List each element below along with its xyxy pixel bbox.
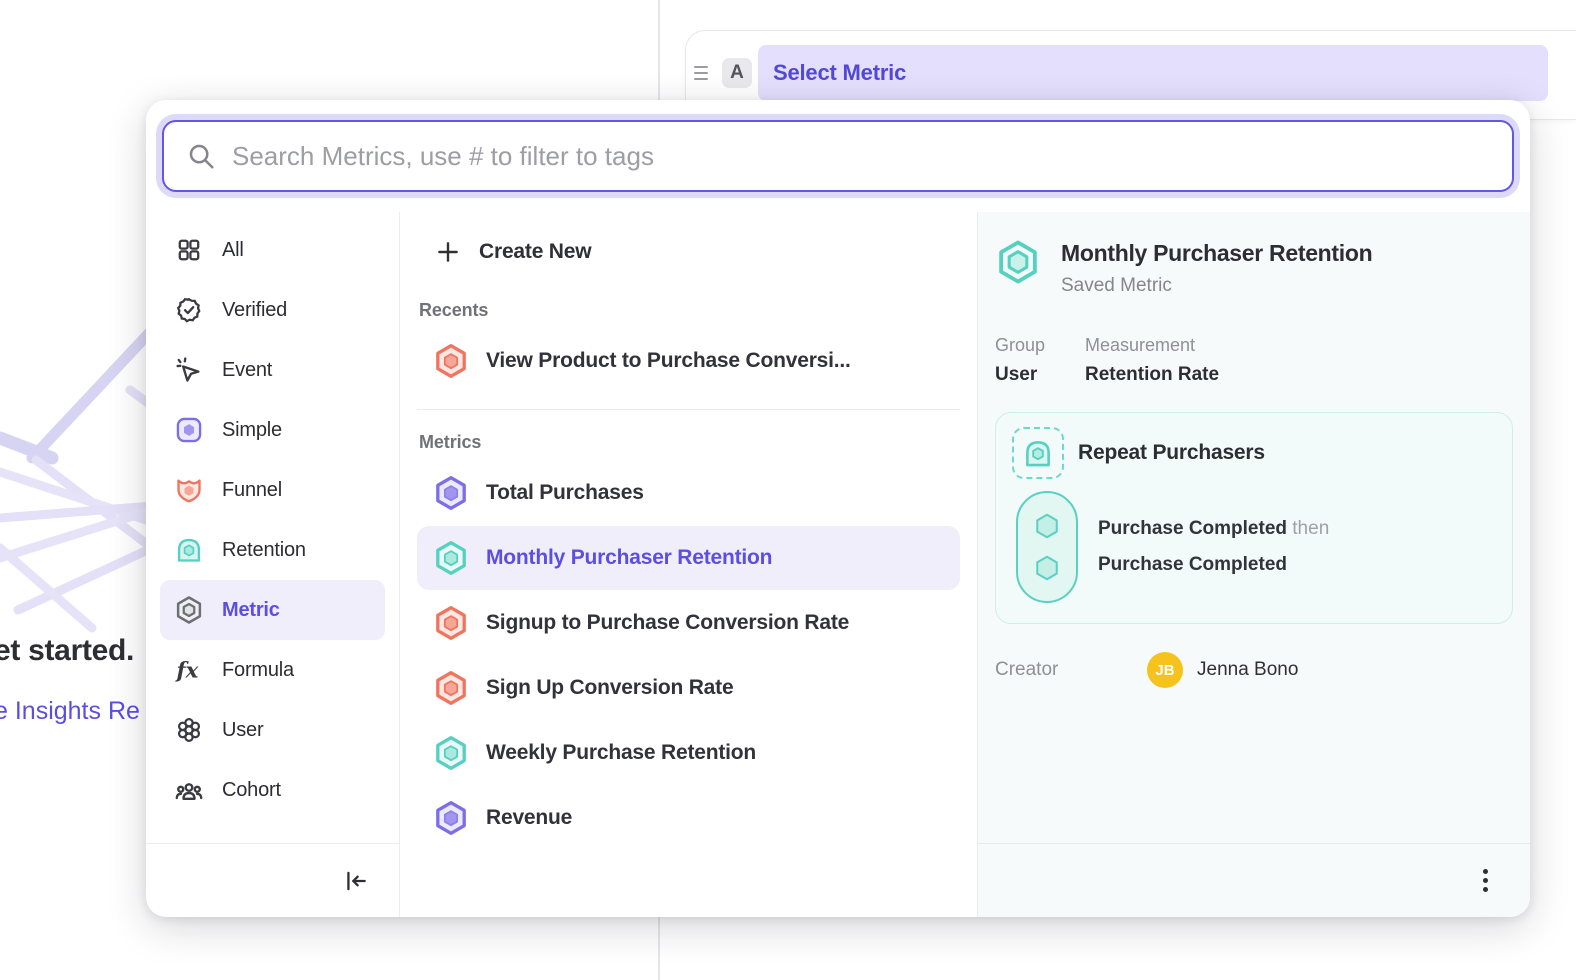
sidebar-item-label: User <box>222 719 263 742</box>
recent-metric-row[interactable]: View Product to Purchase Conversi... <box>417 329 960 393</box>
kebab-dot <box>1483 869 1488 874</box>
kebab-dot <box>1483 878 1488 883</box>
metric-row-label: View Product to Purchase Conversi... <box>486 349 851 373</box>
create-new-button[interactable]: Create New <box>417 226 960 278</box>
creator-label: Creator <box>995 659 1147 681</box>
row-letter-badge: A <box>722 58 752 88</box>
sidebar-item-label: All <box>222 239 244 262</box>
get-started-text: et started. <box>0 634 134 668</box>
sidebar-item-label: Event <box>222 359 272 382</box>
retention-steps-capsule-icon <box>1016 491 1078 603</box>
simple-metric-icon <box>174 415 204 445</box>
sidebar-item-retention[interactable]: Retention <box>160 520 385 580</box>
sidebar-item-label: Metric <box>222 599 280 622</box>
grid-icon <box>174 235 204 265</box>
measurement-value: Retention Rate <box>1085 364 1219 386</box>
detail-subtitle: Saved Metric <box>1061 275 1372 297</box>
metric-row[interactable]: Total Purchases <box>417 461 960 525</box>
retention-hexagon-icon <box>433 734 469 772</box>
select-metric-button[interactable]: Select Metric <box>758 45 1548 101</box>
sidebar-item-verified[interactable]: Verified <box>160 280 385 340</box>
plus-icon <box>435 239 461 265</box>
sidebar-item-label: Cohort <box>222 779 281 802</box>
sidebar-item-simple[interactable]: Simple <box>160 400 385 460</box>
definition-step-2: Purchase Completed <box>1098 554 1287 575</box>
search-box[interactable] <box>162 120 1514 192</box>
filter-sidebar: All Verified <box>146 212 400 917</box>
funnel-metric-icon <box>174 475 204 505</box>
retention-detail-hexagon-icon <box>995 238 1041 291</box>
metric-row[interactable]: Signup to Purchase Conversion Rate <box>417 591 960 655</box>
metric-row-label: Revenue <box>486 806 572 830</box>
sidebar-item-event[interactable]: Event <box>160 340 385 400</box>
retention-metric-icon <box>174 535 204 565</box>
metric-definition-card: Repeat Purchasers Purchase Completed the… <box>995 412 1513 624</box>
search-icon <box>186 141 216 171</box>
search-input[interactable] <box>232 141 1490 172</box>
collapse-sidebar-button[interactable] <box>343 868 369 894</box>
funnel-hexagon-icon <box>433 604 469 642</box>
metric-detail-panel: Monthly Purchaser Retention Saved Metric… <box>978 212 1530 917</box>
funnel-hexagon-icon <box>433 342 469 380</box>
drag-handle-icon[interactable] <box>694 66 716 80</box>
event-cursor-icon <box>174 355 204 385</box>
measurement-label: Measurement <box>1085 335 1219 356</box>
sidebar-item-formula[interactable]: fx Formula <box>160 640 385 700</box>
kebab-dot <box>1483 887 1488 892</box>
more-options-button[interactable] <box>1477 863 1494 898</box>
sidebar-item-all[interactable]: All <box>160 220 385 280</box>
group-label: Group <box>995 335 1085 356</box>
retention-definition-icon <box>1012 427 1064 479</box>
definition-title: Repeat Purchasers <box>1078 441 1265 465</box>
sidebar-item-label: Retention <box>222 539 306 562</box>
sidebar-item-label: Formula <box>222 659 294 682</box>
section-divider <box>417 409 960 410</box>
metric-picker-modal: All Verified <box>146 100 1530 917</box>
definition-connector: then <box>1292 518 1329 539</box>
svg-text:fx: fx <box>175 659 199 684</box>
create-new-label: Create New <box>479 240 591 264</box>
sidebar-item-label: Simple <box>222 419 282 442</box>
metric-row-label: Signup to Purchase Conversion Rate <box>486 611 849 635</box>
verified-badge-icon <box>174 295 204 325</box>
metric-row[interactable]: Sign Up Conversion Rate <box>417 656 960 720</box>
funnel-hexagon-icon <box>433 669 469 707</box>
creator-avatar: JB <box>1147 652 1183 688</box>
retention-hexagon-icon <box>433 539 469 577</box>
creator-name: Jenna Bono <box>1197 659 1298 681</box>
metric-hexagon-icon <box>174 595 204 625</box>
metric-row-selected[interactable]: Monthly Purchaser Retention <box>417 526 960 590</box>
definition-step-1: Purchase Completed <box>1098 518 1287 539</box>
metric-row-label: Total Purchases <box>486 481 644 505</box>
sidebar-item-label: Verified <box>222 299 287 322</box>
user-cluster-icon <box>174 715 204 745</box>
sidebar-item-funnel[interactable]: Funnel <box>160 460 385 520</box>
insights-report-link[interactable]: e Insights Re <box>0 697 140 726</box>
sidebar-item-user[interactable]: User <box>160 700 385 760</box>
formula-fx-icon: fx <box>174 655 204 685</box>
cohort-people-icon <box>174 775 204 805</box>
metric-row[interactable]: Weekly Purchase Retention <box>417 721 960 785</box>
sidebar-item-cohort[interactable]: Cohort <box>160 760 385 820</box>
collapse-left-icon <box>343 868 369 894</box>
sidebar-item-label: Funnel <box>222 479 282 502</box>
detail-title: Monthly Purchaser Retention <box>1061 240 1372 267</box>
metric-row-label: Weekly Purchase Retention <box>486 741 756 765</box>
metric-row[interactable]: Revenue <box>417 786 960 850</box>
sidebar-item-metric[interactable]: Metric <box>160 580 385 640</box>
simple-hexagon-icon <box>433 799 469 837</box>
metric-row-label: Sign Up Conversion Rate <box>486 676 733 700</box>
group-value: User <box>995 364 1085 386</box>
simple-hexagon-icon <box>433 474 469 512</box>
metric-list-panel: Create New Recents View Product to Purch… <box>400 212 978 917</box>
metric-row-label: Monthly Purchaser Retention <box>486 546 772 570</box>
metrics-heading: Metrics <box>419 432 960 453</box>
recents-heading: Recents <box>419 300 960 321</box>
